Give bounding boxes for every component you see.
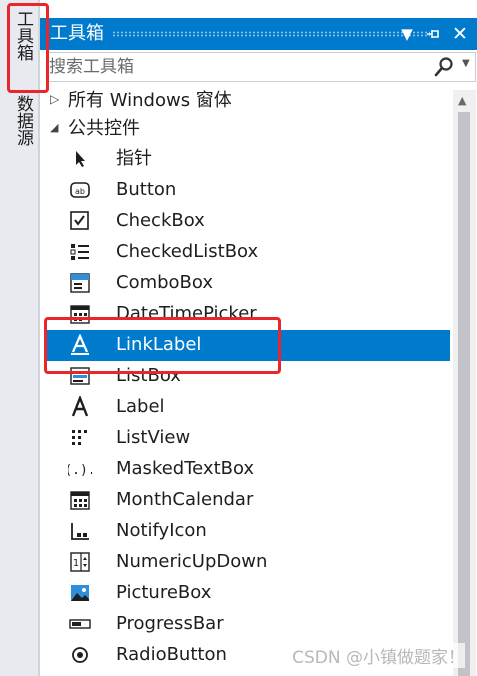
toolbox-item-pointer[interactable]: 指针	[40, 144, 450, 175]
search-icon[interactable]	[433, 56, 455, 78]
svg-text:1: 1	[73, 558, 79, 569]
label-icon	[71, 396, 89, 417]
title-grip	[112, 31, 430, 37]
scroll-up-arrow-icon[interactable]: ▲	[458, 94, 466, 107]
expand-arrow-icon[interactable]: ▷	[50, 92, 59, 106]
toolbox-item-label: RadioButton	[116, 644, 227, 665]
toolbox-item-label: Button	[116, 179, 177, 200]
toolbox-item-monthcalendar[interactable]: MonthCalendar	[40, 485, 450, 516]
toolbox-item-numericupdown[interactable]: 1 NumericUpDown	[40, 547, 450, 578]
category-label: 所有 Windows 窗体	[68, 90, 232, 111]
maskedtextbox-icon: (.).	[68, 463, 92, 478]
notifyicon-icon	[71, 523, 89, 540]
close-icon[interactable]: ✕	[449, 22, 471, 46]
toolbox-item-label: PictureBox	[116, 582, 212, 603]
panel-title: 工具箱	[50, 23, 104, 44]
toolbox-item-notifyicon[interactable]: NotifyIcon	[40, 516, 450, 547]
toolbox-item-label: Label	[116, 396, 165, 417]
annotation-highlight-linklabel	[44, 317, 281, 374]
toolbox-item-label: MaskedTextBox	[116, 458, 255, 479]
checkedlistbox-icon	[70, 244, 89, 260]
toolbox-item-checkbox[interactable]: CheckBox	[40, 206, 450, 237]
toolbox-item-progressbar[interactable]: ProgressBar	[40, 609, 450, 640]
toolbox-item-label: NumericUpDown	[116, 551, 268, 572]
category-all-windows-forms[interactable]: ▷ 所有 Windows 窗体	[40, 86, 450, 117]
toolbox-item-label: NotifyIcon	[116, 520, 207, 541]
search-box[interactable]: ▼	[46, 52, 476, 82]
toolbox-item-listview[interactable]: ListView	[40, 423, 450, 454]
toolbox-item-label: ListView	[116, 427, 191, 448]
toolbox-item-label: MonthCalendar	[116, 489, 254, 510]
monthcalendar-icon	[70, 491, 90, 510]
toolbox-item-button[interactable]: ab Button	[40, 175, 450, 206]
pointer-icon	[76, 151, 85, 167]
toolbox-item-combobox[interactable]: ComboBox	[40, 268, 450, 299]
side-tab-strip: 工具箱 数据源	[0, 0, 40, 676]
annotation-highlight-toolbox-tab	[7, 3, 49, 93]
toolbox-item-maskedtextbox[interactable]: (.). MaskedTextBox	[40, 454, 450, 485]
toolbox-item-label: ProgressBar	[116, 613, 224, 634]
toolbox-item-label: CheckedListBox	[116, 241, 259, 262]
toolbox-item-checkedlistbox[interactable]: CheckedListBox	[40, 237, 450, 268]
watermark: CSDN @小镇做题家！	[292, 643, 465, 668]
combobox-icon	[70, 273, 90, 293]
search-options-chevron-down-icon[interactable]: ▼	[462, 58, 470, 69]
panel-title-bar[interactable]: 工具箱 ▼ ✕	[40, 18, 477, 50]
category-label: 公共控件	[68, 118, 140, 139]
button-icon: ab	[70, 182, 90, 198]
progressbar-icon	[69, 619, 91, 629]
toolbox-item-label: 指针	[116, 148, 152, 169]
listview-icon	[72, 430, 87, 445]
search-input[interactable]	[49, 55, 419, 79]
scroll-thumb[interactable]	[458, 112, 470, 676]
numericupdown-icon: 1	[70, 552, 90, 572]
checkbox-icon	[70, 211, 89, 230]
picturebox-icon	[71, 585, 89, 601]
collapse-arrow-icon[interactable]: ◢	[50, 121, 58, 134]
pin-icon[interactable]	[422, 22, 444, 46]
svg-text:(.).: (.).	[68, 463, 92, 478]
toolbox-item-picturebox[interactable]: PictureBox	[40, 578, 450, 609]
radiobutton-icon	[72, 647, 88, 663]
toolbox-item-label: CheckBox	[116, 210, 205, 231]
toolbox-item-label: ComboBox	[116, 272, 214, 293]
category-common-controls[interactable]: ◢ 公共控件	[40, 114, 450, 145]
svg-text:ab: ab	[75, 187, 85, 196]
vertical-scrollbar[interactable]: ▲	[453, 90, 476, 676]
toolbox-item-label-control[interactable]: Label	[40, 392, 450, 423]
side-tab-datasource[interactable]: 数据源	[12, 95, 34, 146]
window-position-dropdown-icon[interactable]: ▼	[396, 22, 418, 46]
